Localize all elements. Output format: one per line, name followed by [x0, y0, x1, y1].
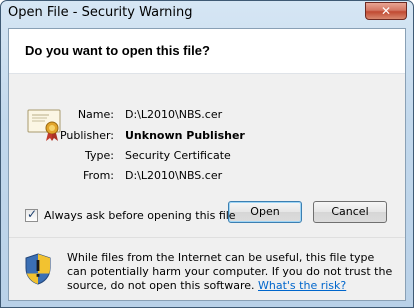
title-bar[interactable]: Open File - Security Warning ✕ [1, 1, 413, 28]
open-button[interactable]: Open [228, 201, 302, 223]
warning-message: While files from the Internet can be use… [67, 251, 397, 293]
dialog-body: Name: D:\L2010\NBS.cer Publisher: Unknow… [9, 74, 405, 255]
security-shield-icon [25, 253, 51, 285]
dialog-question: Do you want to open this file? [25, 43, 210, 58]
field-value: D:\L2010\NBS.cer [125, 169, 223, 182]
field-label: Type: [85, 149, 114, 162]
warning-footer: While files from the Internet can be use… [9, 237, 405, 300]
field-row-name: Name: D:\L2010\NBS.cer [9, 108, 405, 124]
always-ask-label[interactable]: Always ask before opening this file [44, 209, 236, 222]
field-row-type: Type: Security Certificate [9, 149, 405, 165]
field-label: Name: [77, 108, 114, 121]
close-button[interactable]: ✕ [365, 2, 407, 20]
field-value: Unknown Publisher [125, 129, 245, 142]
field-label: Publisher: [59, 129, 114, 142]
field-row-publisher: Publisher: Unknown Publisher [9, 129, 405, 145]
field-value: D:\L2010\NBS.cer [125, 108, 223, 121]
field-label: From: [83, 169, 114, 182]
dialog-client-area: Do you want to open this file? Name: D:\… [8, 28, 406, 301]
security-warning-window: Open File - Security Warning ✕ Do you wa… [0, 0, 414, 308]
checkmark-icon: ✓ [27, 207, 38, 221]
always-ask-checkbox[interactable]: ✓ [25, 207, 38, 222]
field-row-from: From: D:\L2010\NBS.cer [9, 169, 405, 185]
cancel-button[interactable]: Cancel [313, 201, 387, 223]
dialog-header: Do you want to open this file? [9, 29, 405, 74]
whats-the-risk-link[interactable]: What's the risk? [258, 279, 346, 292]
window-title: Open File - Security Warning [8, 5, 193, 20]
field-value: Security Certificate [125, 149, 231, 162]
